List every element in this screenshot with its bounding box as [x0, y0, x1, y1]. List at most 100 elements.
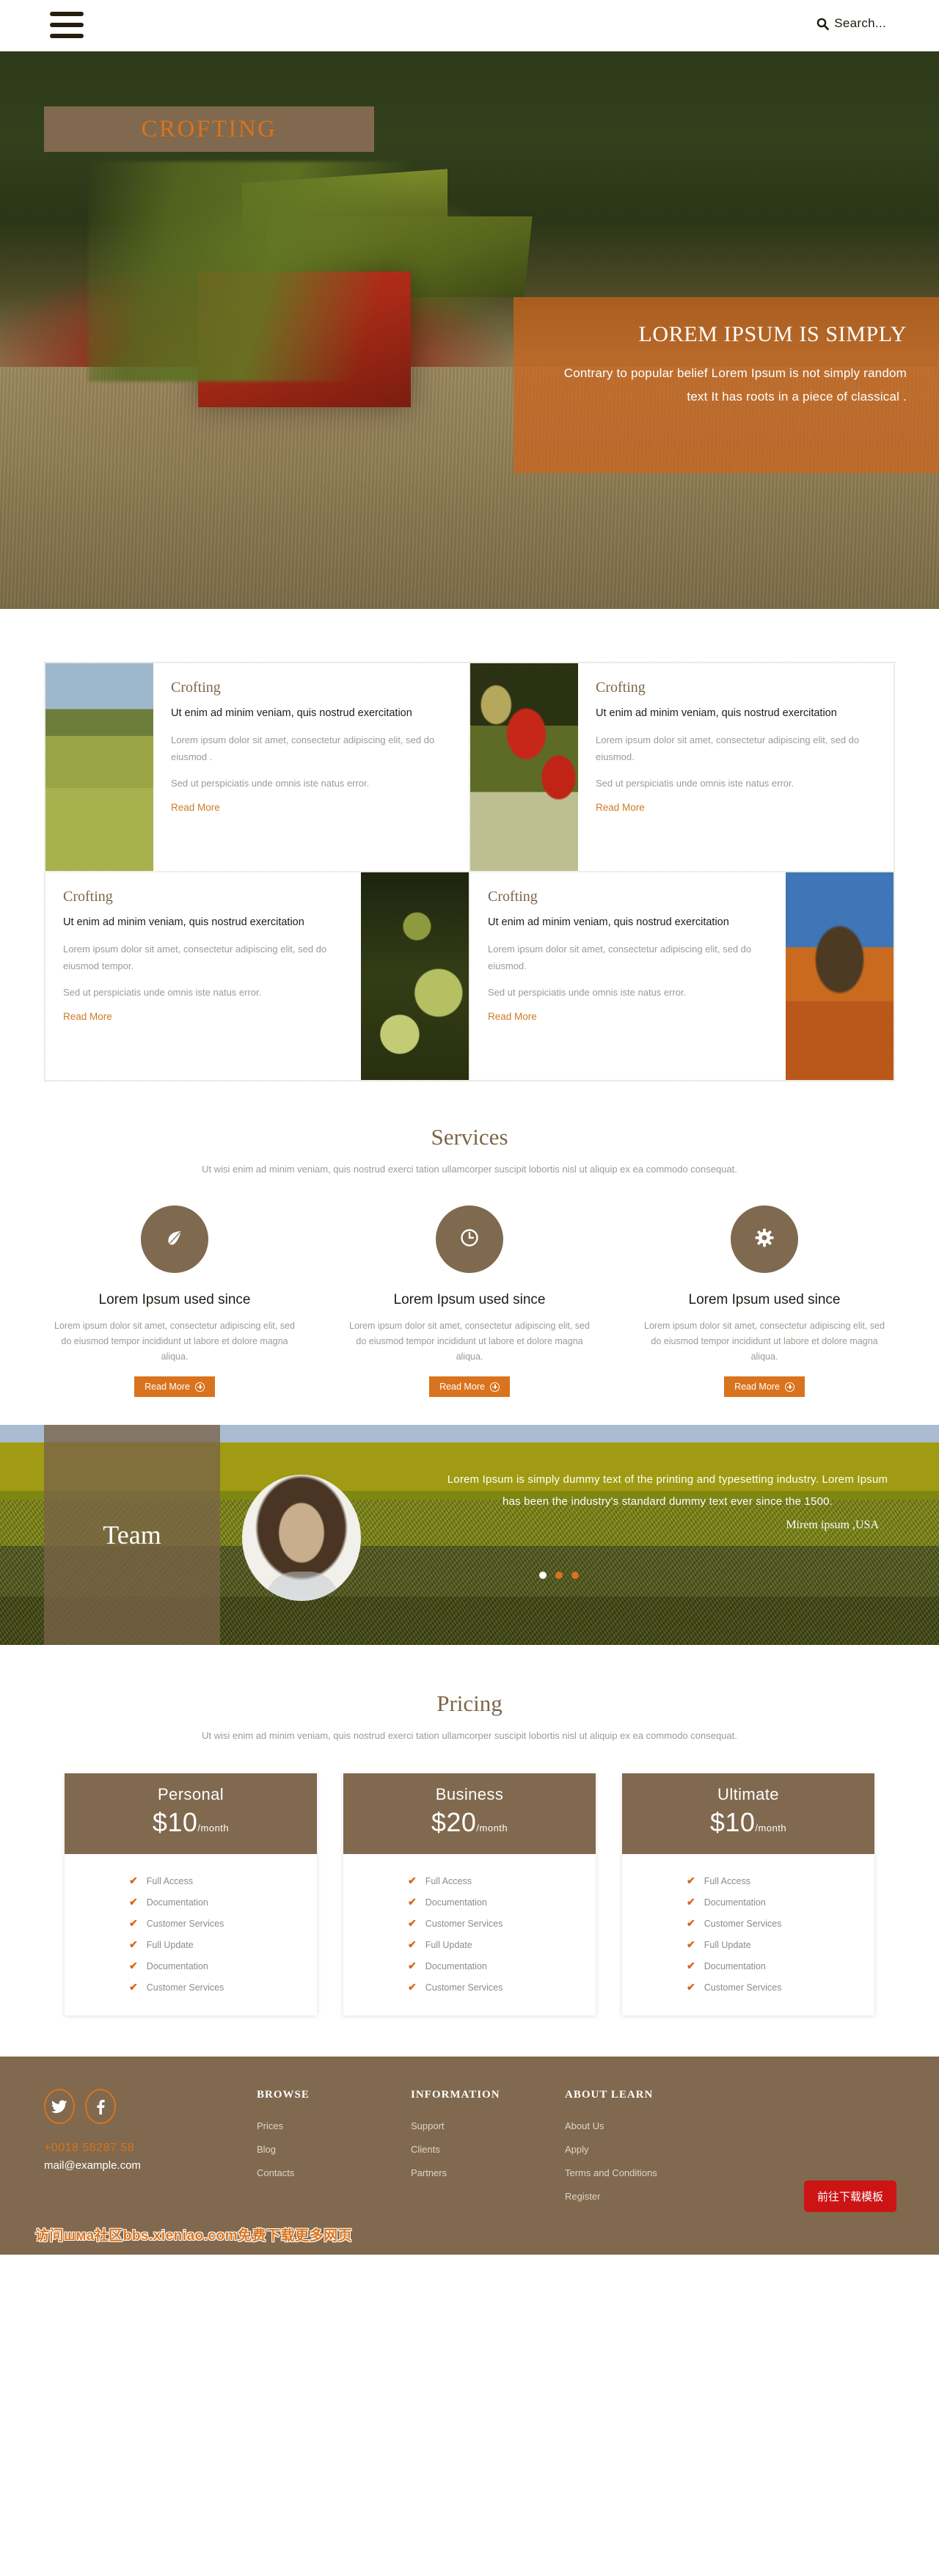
- service-icon-circle: [436, 1205, 503, 1273]
- plan-feature-label: Full Update: [425, 1939, 472, 1950]
- section-gap: [0, 609, 939, 662]
- pricing-card[interactable]: Business $20/month ✔ Full Access ✔ Documen…: [343, 1773, 596, 2015]
- card-text-secondary: Sed ut perspiciatis unde omnis iste natu…: [171, 778, 370, 789]
- team-title: Team: [103, 1520, 161, 1550]
- download-template-button[interactable]: 前往下载模板: [803, 2181, 896, 2212]
- hero-paragraph: Contrary to popular belief Lorem Ipsum i…: [563, 366, 907, 404]
- service-read-more-button[interactable]: Read More: [724, 1376, 805, 1397]
- hamburger-icon[interactable]: [50, 12, 84, 38]
- footer-link[interactable]: Blog: [257, 2144, 411, 2155]
- footer-link[interactable]: Support: [411, 2120, 565, 2131]
- footer-link[interactable]: Partners: [411, 2167, 565, 2178]
- card-read-more-link[interactable]: Read More: [63, 1011, 112, 1022]
- search-label: Search...: [834, 16, 886, 30]
- plan-feature: ✔ Customer Services: [622, 1977, 874, 1998]
- plan-feature: ✔ Documentation: [65, 1891, 317, 1913]
- plan-feature: ✔ Customer Services: [622, 1913, 874, 1934]
- hamburger-bar: [50, 34, 84, 38]
- plan-feature-label: Full Access: [704, 1875, 750, 1886]
- card-image-hay-bale: [786, 872, 894, 1080]
- feature-card[interactable]: Crofting Ut enim ad minim veniam, quis n…: [45, 872, 470, 1081]
- check-icon: ✔: [408, 1896, 417, 1908]
- hero-title: LOREM IPSUM IS SIMPLY: [638, 322, 907, 346]
- footer-link[interactable]: Terms and Conditions: [565, 2167, 719, 2178]
- team-testimonial: Lorem Ipsum is simply dummy text of the …: [440, 1469, 895, 1532]
- hamburger-bar: [50, 23, 84, 27]
- footer-columns: +0018 58287 58 mail@example.com BROWSE P…: [0, 2089, 939, 2214]
- service-read-more-button[interactable]: Read More: [134, 1376, 215, 1397]
- brand-bar: CROFTING: [44, 106, 374, 152]
- footer-phone[interactable]: +0018 58287 58: [44, 2142, 257, 2155]
- plan-feature-list: ✔ Full Access ✔ Documentation ✔ Customer Se…: [65, 1854, 317, 2015]
- carousel-dot-2[interactable]: [555, 1572, 563, 1579]
- card-text-primary: Lorem ipsum dolor sit amet, consectetur …: [63, 944, 327, 971]
- plan-price: $10: [152, 1807, 198, 1837]
- footer-email[interactable]: mail@example.com: [44, 2159, 257, 2172]
- check-icon: ✔: [687, 1875, 695, 1886]
- card-subtitle: Ut enim ad minim veniam, quis nostrud ex…: [488, 916, 729, 928]
- footer-link[interactable]: About Us: [565, 2120, 719, 2131]
- plan-feature: ✔ Full Update: [65, 1934, 317, 1955]
- service-text: Lorem ipsum dolor sit amet, consectetur …: [644, 1321, 885, 1362]
- check-icon: ✔: [687, 1960, 695, 1971]
- card-body: Crofting Ut enim ad minim veniam, quis n…: [578, 663, 894, 871]
- service-icon-circle: [731, 1205, 798, 1273]
- plan-feature-label: Documentation: [146, 1897, 208, 1908]
- feature-card[interactable]: Crofting Ut enim ad minim veniam, quis n…: [45, 663, 470, 872]
- check-icon: ✔: [129, 1960, 138, 1971]
- check-icon: ✔: [129, 1938, 138, 1950]
- footer-link[interactable]: Clients: [411, 2144, 565, 2155]
- service-title: Lorem Ipsum used since: [688, 1292, 841, 1307]
- service-read-more-button[interactable]: Read More: [429, 1376, 510, 1397]
- pricing-row: Personal $10/month ✔ Full Access ✔ Documen…: [0, 1773, 939, 2015]
- card-title: Crofting: [488, 889, 538, 905]
- pricing-card[interactable]: Ultimate $10/month ✔ Full Access ✔ Documen…: [622, 1773, 874, 2015]
- plan-feature: ✔ Customer Services: [343, 1913, 596, 1934]
- card-read-more-link[interactable]: Read More: [596, 802, 645, 813]
- footer-link[interactable]: Register: [565, 2191, 719, 2202]
- plan-feature-label: Customer Services: [146, 1918, 224, 1929]
- feature-card[interactable]: Crofting Ut enim ad minim veniam, quis n…: [470, 872, 894, 1081]
- twitter-icon[interactable]: [44, 2089, 75, 2124]
- service-text: Lorem ipsum dolor sit amet, consectetur …: [54, 1321, 295, 1362]
- search-box[interactable]: Search...: [816, 16, 886, 31]
- carousel-dot-1[interactable]: [539, 1572, 547, 1579]
- team-title-panel: Team: [44, 1425, 220, 1645]
- service-item: Lorem Ipsum used since Lorem ipsum dolor…: [343, 1205, 596, 1397]
- plan-feature-label: Full Access: [146, 1875, 193, 1886]
- plan-period: /month: [755, 1822, 787, 1834]
- pricing-card[interactable]: Personal $10/month ✔ Full Access ✔ Documen…: [65, 1773, 317, 2015]
- avatar: [242, 1475, 361, 1601]
- card-read-more-link[interactable]: Read More: [171, 802, 220, 813]
- check-icon: ✔: [129, 1981, 138, 1993]
- service-text: Lorem ipsum dolor sit amet, consectetur …: [349, 1321, 590, 1362]
- testimonial-quote: Lorem Ipsum is simply dummy text of the …: [447, 1473, 888, 1508]
- plan-amount: $10/month: [65, 1807, 317, 1838]
- plus-circle-icon: [784, 1382, 794, 1392]
- plus-circle-icon: [489, 1382, 500, 1392]
- page-root: Search... CROFTING LOREM IPSUM IS SIMPLY…: [0, 0, 939, 2255]
- card-text-secondary: Sed ut perspiciatis unde omnis iste natu…: [63, 987, 262, 998]
- footer-link[interactable]: Apply: [565, 2144, 719, 2155]
- service-button-label: Read More: [145, 1382, 190, 1392]
- feature-card[interactable]: Crofting Ut enim ad minim veniam, quis n…: [470, 663, 894, 872]
- pricing-section: Pricing Ut wisi enim ad minim veniam, qu…: [0, 1645, 939, 2057]
- plan-feature: ✔ Documentation: [622, 1891, 874, 1913]
- card-read-more-link[interactable]: Read More: [488, 1011, 537, 1022]
- check-icon: ✔: [687, 1917, 695, 1929]
- footer-link[interactable]: Prices: [257, 2120, 411, 2131]
- plan-period: /month: [197, 1822, 230, 1834]
- plan-feature: ✔ Customer Services: [65, 1913, 317, 1934]
- carousel-dot-3[interactable]: [571, 1572, 579, 1579]
- check-icon: ✔: [408, 1938, 417, 1950]
- facebook-icon[interactable]: [85, 2089, 116, 2124]
- plan-feature-label: Customer Services: [425, 1918, 503, 1929]
- service-item: Lorem Ipsum used since Lorem ipsum dolor…: [638, 1205, 891, 1397]
- card-body: Crofting Ut enim ad minim veniam, quis n…: [153, 663, 469, 871]
- plan-feature: ✔ Full Access: [65, 1870, 317, 1891]
- team-section: Team Lorem Ipsum is simply dummy text of…: [0, 1425, 939, 1645]
- footer-contact-column: +0018 58287 58 mail@example.com: [44, 2089, 257, 2214]
- footer-link[interactable]: Contacts: [257, 2167, 411, 2178]
- plan-amount: $20/month: [343, 1807, 596, 1838]
- card-text-secondary: Sed ut perspiciatis unde omnis iste natu…: [488, 987, 687, 998]
